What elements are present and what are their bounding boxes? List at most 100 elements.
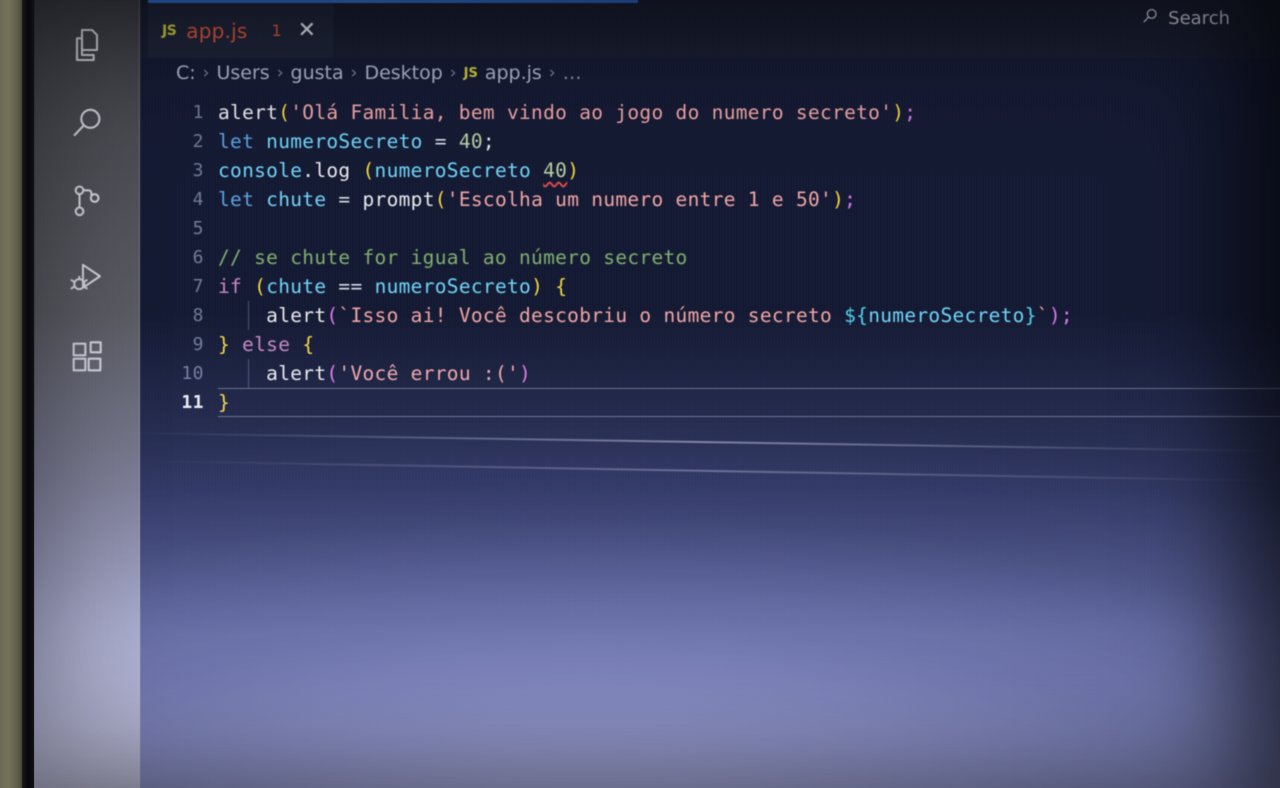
line-number: 5 — [192, 218, 204, 239]
code-token: numeroSecreto — [374, 275, 532, 298]
code-token: log — [314, 159, 351, 182]
command-center-search[interactable]: Search — [1140, 6, 1230, 31]
code-token: == — [326, 275, 375, 298]
code-line-text: alert('Olá Familia, bem vindo ao jogo do… — [218, 98, 916, 127]
code-line-text: alert(`Isso ai! Você descobriu o número … — [218, 301, 1073, 330]
line-number: 11 — [181, 392, 204, 413]
line-number: 2 — [192, 131, 204, 152]
code-token: ( — [254, 275, 267, 298]
code-line-text: } — [218, 388, 230, 417]
code-token: ${ — [844, 304, 869, 327]
code-line[interactable]: 4 let chute = prompt('Escolha um numero e… — [140, 185, 1280, 214]
code-line-text: console.log (numeroSecreto 40) — [218, 156, 579, 185]
breadcrumb-item-2[interactable]: gusta — [291, 62, 344, 84]
line-number: 8 — [192, 305, 204, 326]
code-token: numeroSecreto — [266, 130, 423, 153]
code-line[interactable]: 10 alert('Você errou :(') — [140, 359, 1280, 388]
code-line[interactable]: 7 if (chute == numeroSecreto) { — [140, 272, 1280, 301]
breadcrumb-item-3[interactable]: Desktop — [364, 62, 442, 84]
code-line-text: alert('Você errou :(') — [218, 359, 531, 388]
code-token: = — [422, 130, 459, 153]
code-token: } — [1024, 304, 1037, 327]
code-token: 'Olá Familia, bem vindo ao jogo do numer… — [290, 101, 893, 124]
code-token: } — [218, 333, 231, 356]
editor-area: JS app.js 1 ✕ Search C: › Users › gusta … — [140, 0, 1280, 788]
line-number: 3 — [192, 160, 204, 181]
code-token: let — [218, 188, 255, 211]
line-number: 10 — [181, 363, 204, 384]
code-line-text: let chute = prompt('Escolha um numero en… — [218, 185, 856, 214]
tab-label: app.js — [186, 18, 248, 43]
code-token: `Isso ai! Você descobriu o número secret… — [338, 304, 845, 327]
code-token: ( — [362, 159, 375, 182]
breadcrumb-item-0[interactable]: C: — [176, 62, 196, 84]
code-token: 'Escolha um numero entre 1 e 50' — [446, 188, 833, 211]
code-token: { — [555, 275, 568, 298]
close-icon[interactable]: ✕ — [298, 19, 316, 42]
tab-problem-count: 1 — [271, 21, 282, 40]
search-icon — [67, 103, 107, 147]
sidebar-item-source-control[interactable] — [34, 164, 140, 242]
run-debug-icon — [66, 258, 108, 304]
code-line[interactable]: 1 alert('Olá Familia, bem vindo ao jogo d… — [140, 98, 1280, 127]
search-icon — [1140, 6, 1160, 31]
line-number: 6 — [192, 247, 204, 268]
breadcrumb-overflow[interactable]: … — [563, 62, 582, 84]
code-token: = — [326, 188, 363, 211]
code-token: } — [218, 391, 231, 414]
indent-guide — [248, 301, 249, 330]
breadcrumb[interactable]: C: › Users › gusta › Desktop › JS app.js… — [176, 62, 582, 84]
code-token: else — [242, 333, 291, 356]
code-line[interactable]: 5 — [140, 214, 1280, 243]
code-token: ; — [904, 101, 917, 124]
code-token: ) — [832, 188, 845, 211]
breadcrumb-separator: › — [350, 63, 358, 83]
activity-bar-icon-list — [34, 8, 140, 398]
code-token: chute — [266, 188, 327, 211]
sidebar-item-run-debug[interactable] — [34, 242, 140, 320]
activity-bar-divider — [139, 0, 140, 788]
breadcrumb-item-1[interactable]: Users — [216, 62, 269, 84]
code-token: ) — [892, 101, 905, 124]
breadcrumb-separator: › — [202, 63, 210, 83]
code-line[interactable]: 3 console.log (numeroSecreto 40) — [140, 156, 1280, 185]
line-number: 1 — [192, 102, 204, 123]
line-number: 9 — [192, 334, 204, 355]
code-line-text: let numeroSecreto = 40; — [218, 127, 495, 156]
code-line[interactable]: 6 // se chute for igual ao número secreto — [140, 243, 1280, 272]
code-token: . — [302, 159, 315, 182]
code-editor-content[interactable]: 1 alert('Olá Familia, bem vindo ao jogo d… — [140, 98, 1280, 788]
breadcrumb-file[interactable]: app.js — [485, 62, 542, 84]
code-line[interactable]: 9} else { — [140, 330, 1280, 359]
code-line[interactable]: 2 let numeroSecreto = 40; — [140, 127, 1280, 156]
code-token: ) — [531, 275, 544, 298]
code-token: ; — [482, 130, 495, 153]
code-token: // se chute for igual ao número secreto — [218, 246, 688, 269]
monitor-photo: JS app.js 1 ✕ Search C: › Users › gusta … — [0, 0, 1280, 788]
tab-strip: JS app.js 1 ✕ — [140, 0, 1280, 58]
current-line-border — [218, 388, 1280, 389]
code-token: ) — [567, 159, 580, 182]
code-token: 'Você errou :(' — [338, 362, 520, 385]
tab-app-js[interactable]: JS app.js 1 ✕ — [148, 0, 333, 58]
monitor-bezel-outer — [0, 0, 24, 788]
code-token: ) — [1048, 304, 1061, 327]
branch-icon — [67, 181, 107, 225]
sidebar-item-search[interactable] — [34, 86, 140, 164]
search-placeholder-text: Search — [1168, 8, 1230, 29]
sidebar-item-explorer[interactable] — [34, 8, 140, 86]
js-file-icon: JS — [463, 65, 478, 81]
code-line[interactable]: 11} — [140, 388, 1280, 417]
files-icon — [67, 25, 107, 69]
code-token: alert — [266, 362, 327, 385]
code-token: 40 — [458, 130, 483, 153]
code-line[interactable]: 8 alert(`Isso ai! Você descobriu o númer… — [140, 301, 1280, 330]
js-file-icon: JS — [162, 22, 177, 39]
code-token: prompt — [362, 188, 435, 211]
extensions-icon — [67, 337, 107, 381]
sidebar-item-extensions[interactable] — [34, 320, 140, 398]
